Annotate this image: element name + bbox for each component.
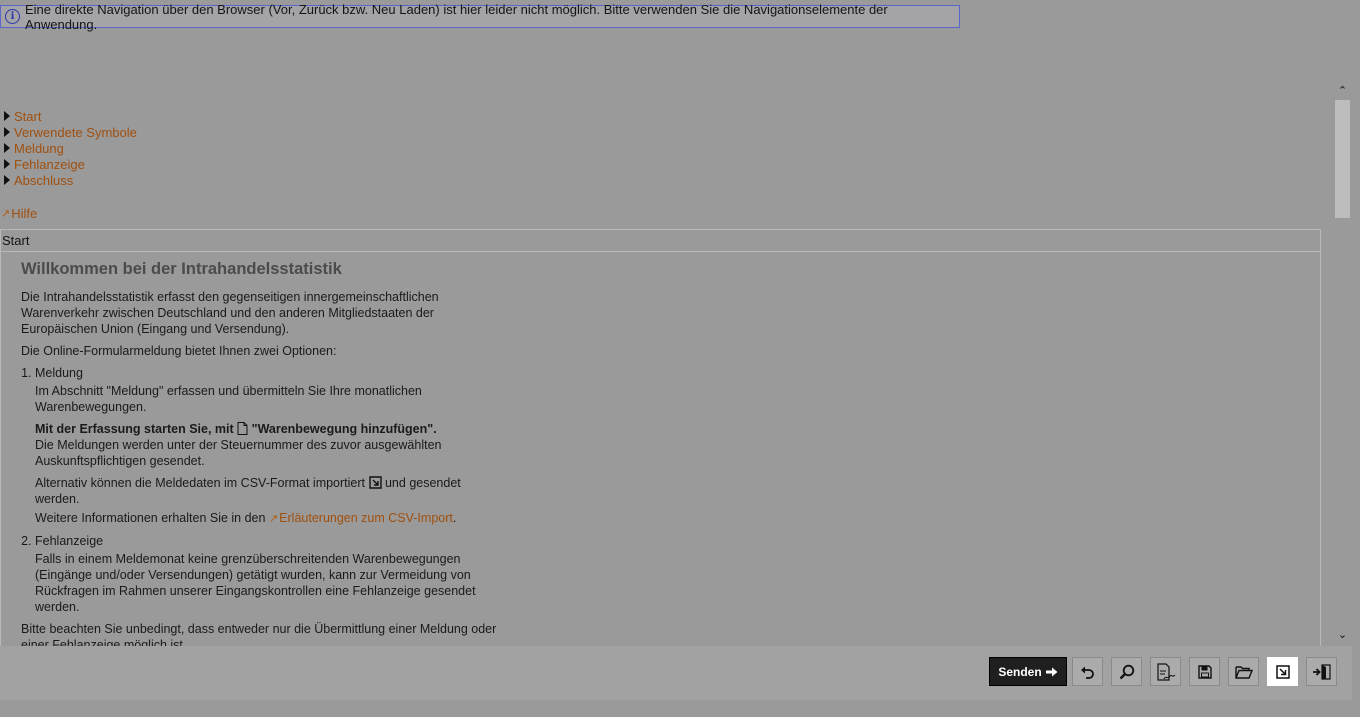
bold-text-a: Mit der Erfassung starten Sie, mit — [35, 422, 234, 436]
new-document-icon — [237, 422, 248, 435]
scroll-down-icon[interactable]: ⌄ — [1337, 630, 1348, 641]
import-icon — [1275, 664, 1290, 679]
send-button-label: Senden — [998, 664, 1042, 679]
search-button[interactable] — [1111, 657, 1142, 686]
nav-item-start[interactable]: Start — [4, 108, 137, 124]
option-fehlanzeige-head: Fehlanzeige — [35, 534, 104, 548]
nav-item-fehlanzeige[interactable]: Fehlanzeige — [4, 156, 137, 172]
search-icon — [1119, 664, 1134, 679]
external-link-icon: ↗ — [1, 208, 11, 220]
intro-text: Die Intrahandelsstatistik erfasst den ge… — [21, 290, 439, 336]
csv-import-link[interactable]: Erläuterungen zum CSV-Import — [279, 511, 453, 525]
nav-link-abschluss[interactable]: Abschluss — [14, 173, 73, 188]
action-toolbar: Senden — [0, 646, 1352, 700]
page-content: Start Verwendete Symbole Meldung Fehlanz… — [0, 84, 1333, 646]
triangle-right-icon — [4, 127, 10, 137]
option-meldung: Meldung Im Abschnitt "Meldung" erfassen … — [35, 365, 501, 527]
option-fehlanzeige-text: Falls in einem Meldemonat keine grenzübe… — [35, 552, 476, 614]
vertical-scrollbar[interactable]: ⌃ ⌄ — [1333, 84, 1352, 646]
undo-icon — [1081, 666, 1094, 679]
save-icon — [1197, 664, 1212, 679]
section-nav: Start Verwendete Symbole Meldung Fehlanz… — [4, 108, 137, 188]
panel-header: Start — [1, 230, 1320, 252]
help-link-wrapper[interactable]: ↗ Hilfe — [1, 206, 37, 221]
nav-link-meldung[interactable]: Meldung — [14, 141, 64, 156]
bold-text-b: "Warenbewegung hinzufügen". — [251, 422, 437, 436]
bottom-strip — [0, 700, 1360, 717]
nav-link-start[interactable]: Start — [14, 109, 41, 124]
exit-button[interactable] — [1306, 657, 1337, 686]
triangle-right-icon — [4, 111, 10, 121]
document-edit-icon — [1156, 662, 1175, 681]
arrow-right-icon — [1045, 667, 1058, 676]
send-button[interactable]: Senden — [989, 657, 1067, 686]
info-banner-text: Eine direkte Navigation über den Browser… — [24, 1, 888, 32]
nav-item-meldung[interactable]: Meldung — [4, 140, 137, 156]
option-meldung-bold: Mit der Erfassung starten Sie, mit "Ware… — [35, 421, 501, 437]
option-fehlanzeige: Fehlanzeige Falls in einem Meldemonat ke… — [35, 533, 501, 615]
check-document-button[interactable] — [1150, 657, 1181, 686]
option-meldung-text2: Die Meldungen werden unter der Steuernum… — [35, 438, 442, 468]
alt-text-a: Alternativ können die Meldedaten im CSV-… — [35, 476, 366, 490]
triangle-right-icon — [4, 175, 10, 185]
nav-link-fehlanzeige[interactable]: Fehlanzeige — [14, 157, 85, 172]
option-meldung-head: Meldung — [35, 366, 83, 380]
exit-icon — [1312, 663, 1331, 680]
more-text-b: . — [452, 511, 457, 525]
undo-button[interactable] — [1072, 657, 1103, 686]
triangle-right-icon — [4, 143, 10, 153]
panel-body: Willkommen bei der Intrahandelsstatistik… — [21, 260, 501, 646]
triangle-right-icon — [4, 159, 10, 169]
more-text-a: Weitere Informationen erhalten Sie in de… — [35, 511, 266, 525]
import-button[interactable] — [1267, 657, 1298, 686]
import-icon — [368, 476, 382, 489]
help-link[interactable]: Hilfe — [11, 206, 37, 221]
nav-link-symbole[interactable]: Verwendete Symbole — [14, 125, 137, 140]
option-meldung-more: Weitere Informationen erhalten Sie in de… — [35, 510, 501, 527]
save-button[interactable] — [1189, 657, 1220, 686]
open-button[interactable] — [1228, 657, 1259, 686]
scroll-thumb[interactable] — [1335, 100, 1350, 218]
option-meldung-alt: Alternativ können die Meldedaten im CSV-… — [35, 475, 501, 507]
options-intro: Die Online-Formularmeldung bietet Ihnen … — [21, 344, 337, 358]
note-text: Bitte beachten Sie unbedingt, dass entwe… — [21, 622, 497, 646]
nav-item-abschluss[interactable]: Abschluss — [4, 172, 137, 188]
info-banner: i Eine direkte Navigation über den Brows… — [0, 2, 960, 32]
start-panel: Start Willkommen bei der Intrahandelssta… — [0, 229, 1321, 646]
page-title: Willkommen bei der Intrahandelsstatistik — [21, 260, 342, 278]
info-icon: i — [5, 9, 20, 24]
external-link-icon: ↗ — [268, 513, 279, 525]
scroll-up-icon[interactable]: ⌃ — [1337, 86, 1348, 97]
options-list: Meldung Im Abschnitt "Meldung" erfassen … — [21, 365, 501, 615]
folder-open-icon — [1234, 665, 1253, 679]
option-meldung-text: Im Abschnitt "Meldung" erfassen und über… — [35, 384, 422, 414]
nav-item-symbole[interactable]: Verwendete Symbole — [4, 124, 137, 140]
